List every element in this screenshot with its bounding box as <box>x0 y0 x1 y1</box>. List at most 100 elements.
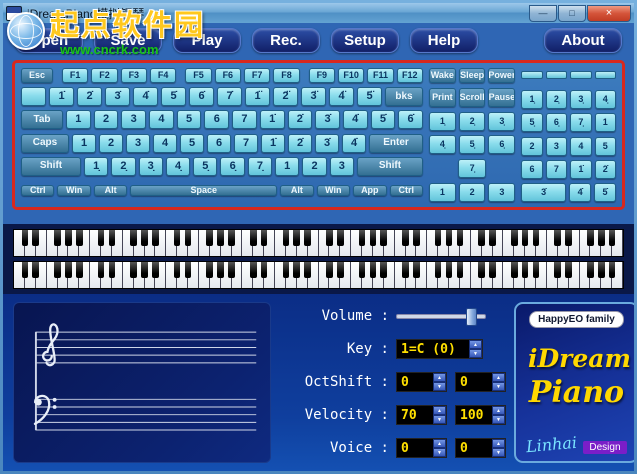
black-key[interactable] <box>130 262 137 279</box>
voice-left-spinner[interactable]: 0 ▲ ▼ <box>396 438 447 458</box>
black-key[interactable] <box>510 230 518 247</box>
key-Win[interactable]: Win <box>57 185 91 197</box>
design-button[interactable]: Design <box>583 441 627 454</box>
key-2̇[interactable]: 2̇ <box>287 110 313 130</box>
black-key[interactable] <box>217 230 224 247</box>
key-5[interactable]: 5 <box>594 136 617 156</box>
key-F4[interactable]: F4 <box>149 68 177 83</box>
black-key[interactable] <box>152 262 159 279</box>
black-key[interactable] <box>260 230 268 247</box>
key-2[interactable]: 2 <box>99 133 123 153</box>
black-key[interactable] <box>532 262 540 279</box>
key-F6[interactable]: F6 <box>214 68 241 83</box>
black-key[interactable] <box>249 230 257 247</box>
key-F12[interactable]: F12 <box>396 68 423 83</box>
black-key[interactable] <box>456 230 464 247</box>
black-key[interactable] <box>260 262 268 279</box>
key-Ctrl[interactable]: Ctrl <box>389 185 424 197</box>
spin-up-icon[interactable]: ▲ <box>492 406 505 415</box>
key-7[interactable]: 7 <box>234 133 258 153</box>
octshift-left-spinner[interactable]: 0 ▲ ▼ <box>396 372 447 392</box>
black-key[interactable] <box>326 230 333 247</box>
key-spinner[interactable]: 1=C (0) ▲ ▼ <box>396 339 483 359</box>
spin-up-icon[interactable]: ▲ <box>433 439 446 448</box>
key-1̇[interactable]: 1̇ <box>49 87 74 107</box>
key-Print[interactable]: Print <box>429 87 456 107</box>
black-key[interactable] <box>336 230 344 247</box>
black-key[interactable] <box>554 230 562 247</box>
black-key[interactable] <box>456 262 464 279</box>
key-3[interactable]: 3 <box>126 133 150 153</box>
key-Scroll[interactable]: Scroll <box>458 87 486 107</box>
key-Space[interactable]: Space <box>130 185 278 197</box>
black-key[interactable] <box>282 230 290 247</box>
spin-down-icon[interactable]: ▼ <box>433 382 446 391</box>
key-F10[interactable]: F10 <box>337 68 365 83</box>
black-key[interactable] <box>369 230 377 247</box>
key-3̇[interactable]: 3̇ <box>315 133 339 153</box>
black-key[interactable] <box>141 262 148 279</box>
key-7̇[interactable]: 7̇ <box>217 87 242 107</box>
key-2̇[interactable]: 2̇ <box>594 159 617 179</box>
key-5[interactable]: 5 <box>180 133 204 153</box>
key-F3[interactable]: F3 <box>120 68 147 83</box>
spin-down-icon[interactable]: ▼ <box>492 382 505 391</box>
key-5̇[interactable]: 5̇ <box>161 87 186 107</box>
key-Alt[interactable]: Alt <box>93 185 128 197</box>
key-6̇[interactable]: 6̇ <box>398 110 423 130</box>
key-1̈[interactable]: 1̈ <box>245 87 270 107</box>
spin-up-icon[interactable]: ▲ <box>433 406 446 415</box>
key-1̣[interactable]: 1̣ <box>429 111 456 131</box>
black-key[interactable] <box>358 230 366 247</box>
key-F9[interactable]: F9 <box>308 68 335 83</box>
black-key[interactable] <box>565 262 572 279</box>
key-4[interactable]: 4 <box>153 133 177 153</box>
black-key[interactable] <box>108 262 116 279</box>
black-key[interactable] <box>173 230 181 247</box>
black-key[interactable] <box>97 262 105 279</box>
black-key[interactable] <box>445 262 453 279</box>
key-caps[interactable]: Caps <box>21 133 69 153</box>
black-key[interactable] <box>217 262 224 279</box>
key-3[interactable]: 3 <box>121 110 147 130</box>
key-Win[interactable]: Win <box>316 185 351 197</box>
key-Alt[interactable]: Alt <box>280 185 314 197</box>
key-backspace[interactable]: bks <box>385 87 423 107</box>
key-4̇[interactable]: 4̇ <box>569 182 592 202</box>
black-key[interactable] <box>413 262 420 279</box>
black-key[interactable] <box>587 230 594 247</box>
key-3[interactable]: 3 <box>329 156 354 176</box>
key-3[interactable]: 3 <box>488 182 516 202</box>
black-key[interactable] <box>97 230 105 247</box>
spin-down-icon[interactable]: ▼ <box>469 349 482 358</box>
black-key[interactable] <box>565 230 572 247</box>
black-key[interactable] <box>380 262 388 279</box>
happyeo-family-button[interactable]: HappyEO family <box>529 311 624 328</box>
black-key[interactable] <box>336 262 344 279</box>
menu-rec[interactable]: Rec. <box>252 28 320 53</box>
black-key[interactable] <box>380 230 388 247</box>
black-key[interactable] <box>608 230 616 247</box>
black-key[interactable] <box>326 262 333 279</box>
black-key[interactable] <box>152 230 159 247</box>
spin-up-icon[interactable]: ▲ <box>492 439 505 448</box>
black-key[interactable] <box>445 230 453 247</box>
black-key[interactable] <box>75 230 83 247</box>
key-1[interactable]: 1 <box>72 133 96 153</box>
black-key[interactable] <box>521 262 529 279</box>
menu-help[interactable]: Help <box>410 28 478 53</box>
key-Power[interactable]: Power <box>488 68 516 83</box>
black-key[interactable] <box>184 230 192 247</box>
black-key[interactable] <box>75 262 83 279</box>
maximize-button[interactable]: □ <box>558 4 586 22</box>
black-key[interactable] <box>141 230 148 247</box>
key-F1[interactable]: F1 <box>62 68 89 83</box>
velocity-right-spinner[interactable]: 100 ▲ ▼ <box>455 405 506 425</box>
menu-about[interactable]: About <box>544 28 622 53</box>
key-6̇[interactable]: 6̇ <box>189 87 214 107</box>
key-7̣[interactable]: 7̣ <box>247 156 273 176</box>
volume-slider-thumb[interactable] <box>465 308 477 326</box>
key-6̣[interactable]: 6̣ <box>488 135 516 155</box>
black-key[interactable] <box>249 262 257 279</box>
key-7[interactable]: 7 <box>545 159 568 179</box>
